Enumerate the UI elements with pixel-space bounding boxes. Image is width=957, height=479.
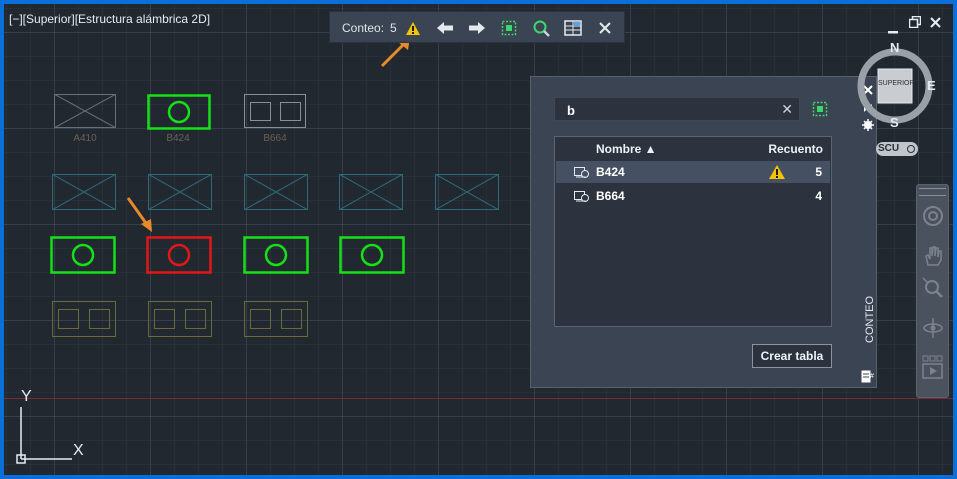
block-icon [574,189,590,208]
warning-icon[interactable] [403,18,423,38]
compass-east[interactable]: E [927,78,936,93]
minimize-icon[interactable] [888,22,898,40]
ucs-menu-button[interactable]: SCU [876,142,918,156]
arrow-left-icon[interactable] [435,18,455,38]
block-label-b424: B424 [166,133,190,144]
block-b664[interactable] [244,94,306,128]
close-icon[interactable] [930,15,941,33]
count-palette: ✕ Nombre ▲ Recuento B424 5 B664 4 Crear … [530,76,877,388]
ucs-menu-label: SCU [878,143,900,154]
block-olive[interactable] [148,301,212,337]
row-name: B664 [596,189,625,203]
viewport-controls-label[interactable]: [−][Superior][Estructura alámbrica 2D] [9,12,210,26]
block-icon [574,165,590,184]
select-region-icon[interactable] [499,18,519,38]
block-teal[interactable] [244,174,308,210]
block-a410[interactable] [54,94,116,128]
list-row-b664[interactable]: B664 4 [556,185,830,207]
x-axis-line [4,398,953,399]
block-olive[interactable] [244,301,308,337]
steering-wheel-icon[interactable] [922,205,944,232]
block-b424-selected[interactable] [339,236,405,274]
block-b424-selected[interactable] [243,236,309,274]
viewcube-face[interactable]: SUPERIOR [878,80,915,87]
count-value: 5 [390,21,397,35]
list-row-b424[interactable]: B424 5 [556,161,830,183]
search-input[interactable] [565,100,769,120]
zoom-extents-icon[interactable] [922,277,944,304]
block-teal[interactable] [339,174,403,210]
row-count: 4 [815,189,822,203]
row-name: B424 [596,165,625,179]
block-label-a410: A410 [73,133,97,144]
block-count-list: Nombre ▲ Recuento B424 5 B664 4 [554,136,832,327]
block-teal[interactable] [435,174,499,210]
create-table-button[interactable]: Crear tabla [752,344,832,368]
palette-tab-title: CONTEO [864,295,876,343]
drawing-viewport[interactable]: [−][Superior][Estructura alámbrica 2D] A… [4,4,953,475]
ucs-x-label: X [73,442,84,459]
clear-search-icon[interactable]: ✕ [781,101,793,118]
block-teal[interactable] [52,174,116,210]
close-icon[interactable] [595,18,615,38]
count-label: Conteo: [342,21,385,35]
ucs-y-label: Y [21,388,32,405]
restore-icon[interactable] [908,15,922,33]
warning-icon[interactable] [768,164,786,185]
table-icon[interactable] [563,18,583,38]
block-label-b664: B664 [263,133,287,144]
column-header-count[interactable]: Recuento [768,142,823,156]
compass-south[interactable]: S [890,115,899,130]
zoom-objects-icon[interactable] [531,18,551,38]
block-b424-error[interactable] [146,236,212,274]
pan-hand-icon[interactable] [923,245,943,272]
select-region-icon[interactable] [811,100,829,123]
svg-text:#: # [870,373,874,380]
chevron-down-icon [907,145,915,153]
table-icon[interactable]: # [861,370,875,389]
arrow-right-icon[interactable] [467,18,487,38]
search-field[interactable]: ✕ [554,97,800,121]
navigation-bar [916,184,949,398]
showmotion-icon[interactable] [922,355,944,386]
orbit-icon[interactable] [922,317,944,344]
annotation-arrow-icon [126,197,152,232]
block-olive[interactable] [52,301,116,337]
count-toolbar: Conteo: 5 [329,11,625,43]
row-count: 5 [815,165,822,179]
block-teal[interactable] [148,174,212,210]
block-b424-selected[interactable] [50,236,116,274]
navbar-grip[interactable] [919,188,946,196]
column-header-name[interactable]: Nombre ▲ [596,142,657,156]
compass-north[interactable]: N [890,40,899,55]
block-b424-selected[interactable] [147,94,211,130]
